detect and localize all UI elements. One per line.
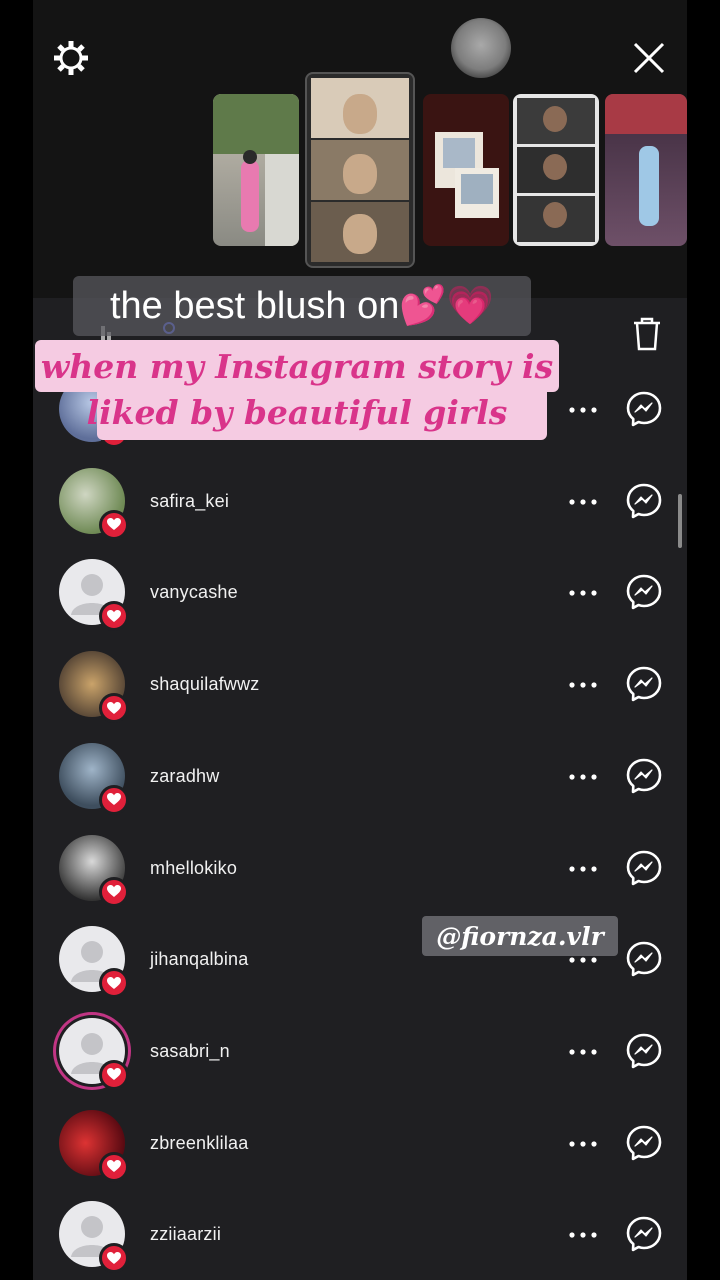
story-viewer-screen: safira_kei vanycashe shaquilafwwz zaradhw mh…	[33, 0, 687, 1280]
caption-line-2-text: when my Instagram story is liked by beau…	[40, 347, 554, 432]
more-dots-icon[interactable]	[565, 1220, 601, 1250]
viewer-row[interactable]: sasabri_n	[33, 1006, 687, 1098]
viewer-username[interactable]: zaradhw	[150, 766, 219, 787]
story-thumbnail[interactable]	[605, 94, 687, 246]
viewer-row[interactable]: mhellokiko	[33, 823, 687, 915]
heart-icon	[99, 968, 129, 999]
messenger-icon[interactable]	[625, 849, 663, 887]
viewer-username[interactable]: zziiaarzii	[150, 1224, 221, 1245]
viewer-row[interactable]: zziiaarzii	[33, 1189, 687, 1280]
story-strip-area	[33, 0, 687, 298]
more-dots-icon[interactable]	[565, 395, 601, 425]
watermark: @fiornza.vlr	[422, 916, 618, 956]
story-thumbnail[interactable]	[513, 94, 599, 246]
viewer-row[interactable]: zaradhw	[33, 731, 687, 823]
heart-icon	[99, 1243, 129, 1274]
viewer-username[interactable]: shaquilafwwz	[150, 674, 259, 695]
story-indicator	[451, 18, 511, 78]
messenger-icon[interactable]	[625, 1215, 663, 1253]
viewer-username[interactable]: zbreenklilaa	[150, 1133, 248, 1154]
gear-icon[interactable]	[49, 36, 93, 80]
heart-icon	[99, 1151, 129, 1182]
messenger-icon[interactable]	[625, 573, 663, 611]
scrollbar[interactable]	[678, 494, 682, 548]
close-icon[interactable]	[627, 36, 671, 80]
caption-line-2: when my Instagram story is liked by beau…	[35, 340, 559, 440]
heart-icon	[99, 784, 129, 815]
heart-icon	[99, 601, 129, 632]
viewer-row[interactable]: vanycashe	[33, 547, 687, 639]
story-thumbnail[interactable]	[213, 94, 299, 246]
more-dots-icon[interactable]	[565, 670, 601, 700]
viewer-username[interactable]: sasabri_n	[150, 1041, 230, 1062]
viewer-row[interactable]: zbreenklilaa	[33, 1098, 687, 1190]
heart-icon	[99, 1059, 129, 1090]
messenger-icon[interactable]	[625, 482, 663, 520]
messenger-icon[interactable]	[625, 1124, 663, 1162]
viewer-username[interactable]: vanycashe	[150, 582, 238, 603]
messenger-icon[interactable]	[625, 940, 663, 978]
more-dots-icon[interactable]	[565, 487, 601, 517]
viewer-username[interactable]: jihanqalbina	[150, 949, 248, 970]
more-dots-icon[interactable]	[565, 854, 601, 884]
caption-line-1: the best blush on💕💗	[73, 276, 531, 336]
more-dots-icon[interactable]	[565, 762, 601, 792]
story-thumbnail[interactable]	[423, 94, 509, 246]
trash-icon[interactable]	[627, 312, 667, 356]
messenger-icon[interactable]	[625, 390, 663, 428]
heart-icon	[99, 693, 129, 724]
viewer-row[interactable]: shaquilafwwz	[33, 639, 687, 731]
more-dots-icon[interactable]	[565, 578, 601, 608]
story-thumbnail-selected[interactable]	[305, 72, 415, 268]
messenger-icon[interactable]	[625, 665, 663, 703]
messenger-icon[interactable]	[625, 757, 663, 795]
more-dots-icon[interactable]	[565, 1129, 601, 1159]
heart-icon	[99, 509, 129, 540]
heart-icon	[99, 876, 129, 907]
viewer-row[interactable]: safira_kei	[33, 456, 687, 548]
viewer-username[interactable]: safira_kei	[150, 491, 229, 512]
more-dots-icon[interactable]	[565, 1037, 601, 1067]
messenger-icon[interactable]	[625, 1032, 663, 1070]
viewer-username[interactable]: mhellokiko	[150, 858, 237, 879]
